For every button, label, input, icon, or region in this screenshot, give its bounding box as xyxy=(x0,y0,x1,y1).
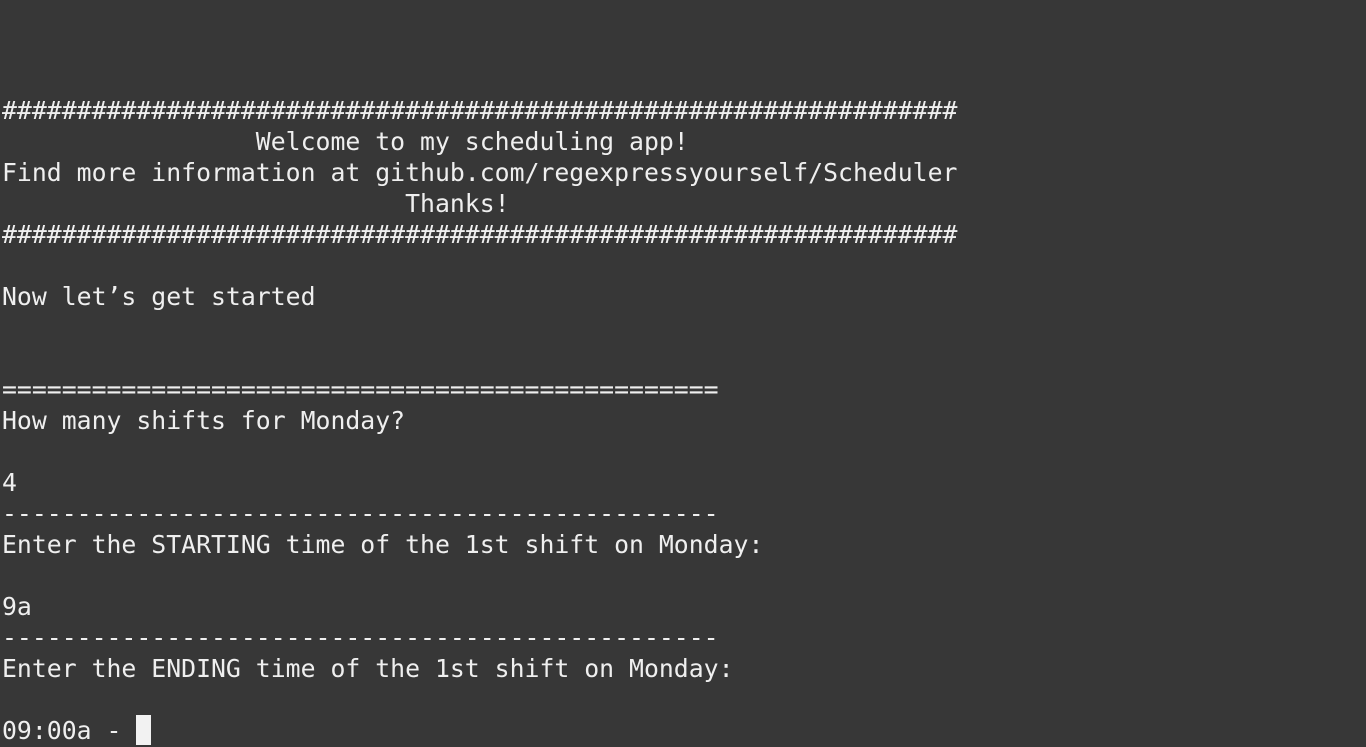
intro-message: Now let’s get started xyxy=(2,282,316,311)
shifts-count-answer: 4 xyxy=(2,468,17,497)
end-time-input[interactable]: 09:00a - xyxy=(2,716,136,745)
banner-top-border: ########################################… xyxy=(2,96,958,125)
shifts-count-prompt: How many shifts for Monday? xyxy=(2,406,406,435)
banner-bottom-border: ########################################… xyxy=(2,220,958,249)
divider-1: ----------------------------------------… xyxy=(2,499,719,528)
terminal-window[interactable]: ########################################… xyxy=(0,0,1366,747)
end-time-prompt: Enter the ENDING time of the 1st shift o… xyxy=(2,654,734,683)
start-time-answer: 9a xyxy=(2,592,32,621)
welcome-message: Welcome to my scheduling app! xyxy=(2,127,689,156)
section-divider: ========================================… xyxy=(2,375,719,404)
start-time-prompt: Enter the STARTING time of the 1st shift… xyxy=(2,530,764,559)
divider-2: ----------------------------------------… xyxy=(2,623,719,652)
thanks-message: Thanks! xyxy=(2,189,510,218)
input-line[interactable]: 09:00a - xyxy=(2,715,152,746)
info-message: Find more information at github.com/rege… xyxy=(2,158,958,187)
text-cursor xyxy=(136,715,152,745)
